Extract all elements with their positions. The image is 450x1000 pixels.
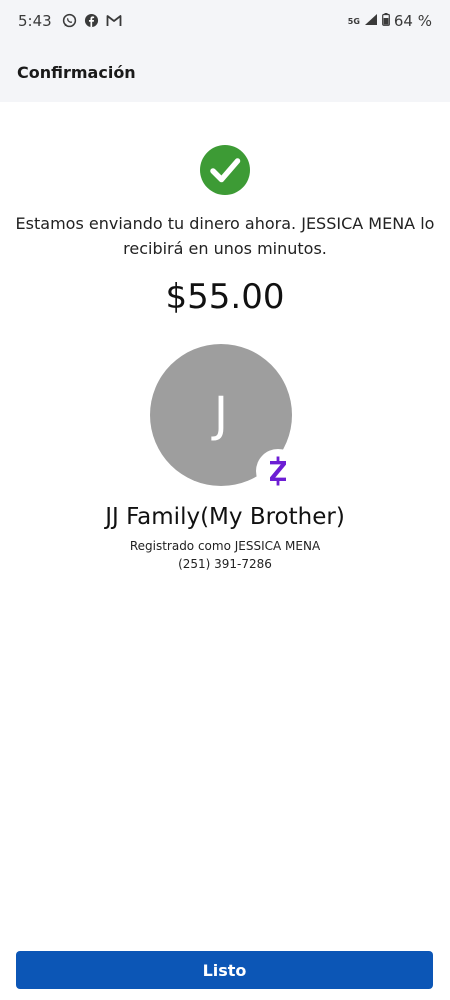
done-button[interactable]: Listo xyxy=(16,951,433,989)
gmail-icon xyxy=(106,14,122,27)
status-bar: 5:43 5G 64 % xyxy=(0,0,450,44)
confirmation-message: Estamos enviando tu dinero ahora. JESSIC… xyxy=(15,214,435,258)
registered-as-text: Registrado como JESSICA MENA xyxy=(129,539,321,553)
whatsapp-icon xyxy=(62,13,77,28)
recipient-name: JJ Family(My Brother) xyxy=(105,504,345,530)
facebook-icon xyxy=(84,13,99,28)
transfer-amount: $55.00 xyxy=(165,277,285,317)
recipient-phone: (251) 391-7286 xyxy=(178,557,272,571)
battery-level: 64 % xyxy=(393,12,432,30)
success-check-icon xyxy=(199,144,251,196)
battery-icon xyxy=(381,12,390,30)
network-type: 5G xyxy=(347,16,360,26)
signal-icon xyxy=(364,12,378,30)
avatar-initial: J xyxy=(213,387,229,443)
status-time: 5:43 xyxy=(18,12,52,30)
notification-icons xyxy=(62,13,122,28)
zelle-icon xyxy=(256,449,300,493)
page-title: Confirmación xyxy=(17,63,136,82)
page-header: Confirmación xyxy=(0,44,450,102)
status-right: 5G 64 % xyxy=(348,12,432,30)
